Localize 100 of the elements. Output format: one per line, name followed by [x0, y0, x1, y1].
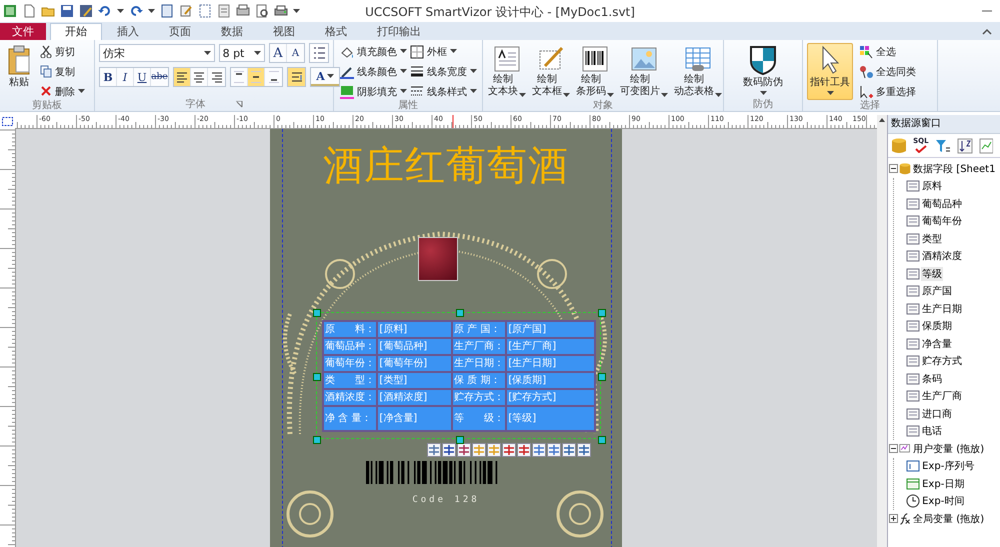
align-center-button[interactable] — [191, 68, 208, 86]
tree-item[interactable]: Exp-日期 — [921, 476, 966, 491]
align-left-button[interactable] — [174, 68, 191, 86]
tree-item[interactable]: 贮存方式 — [921, 354, 964, 368]
tree-node[interactable]: 数据字段 [Sheet1 — [912, 162, 996, 176]
page-copy-icon[interactable] — [217, 4, 231, 18]
edit-page-icon[interactable] — [179, 4, 193, 18]
resize-handle[interactable] — [598, 309, 606, 317]
ruler-origin-icon[interactable] — [2, 117, 13, 126]
property-dropdown[interactable]: 外框 — [408, 43, 478, 60]
clipboard-button[interactable]: 剪切 — [38, 43, 87, 60]
draw-object-button[interactable]: 绘制 文本块 — [485, 43, 529, 100]
valign-bottom-button[interactable] — [265, 68, 282, 86]
undo-icon[interactable] — [98, 4, 112, 18]
fit-page-icon[interactable] — [198, 4, 212, 18]
printer-icon[interactable] — [274, 4, 288, 18]
property-dropdown[interactable]: 填充颜色 — [338, 43, 408, 60]
clipboard-button[interactable]: 复制 — [38, 63, 87, 80]
select-button[interactable]: 多重选择 — [857, 83, 918, 100]
tree-item[interactable]: 原料 — [921, 179, 944, 194]
filter-icon[interactable] — [934, 138, 951, 154]
table-tool-icon[interactable] — [427, 443, 441, 457]
align-right-button[interactable] — [208, 68, 225, 86]
font-color-button[interactable]: A — [311, 68, 339, 86]
font-family-dropdown[interactable]: 仿宋 — [99, 44, 215, 62]
table-tool-icon[interactable] — [457, 443, 471, 457]
table-tool-icon[interactable] — [517, 443, 531, 457]
paste-button[interactable]: 粘贴 — [4, 43, 34, 100]
table-tool-icon[interactable] — [532, 443, 546, 457]
tree-item[interactable]: 条码 — [921, 372, 944, 386]
resize-handle[interactable] — [598, 436, 606, 444]
draw-object-button[interactable]: 绘制 可变图片 — [617, 43, 671, 100]
tree-item[interactable]: 保质期 — [921, 319, 954, 334]
font-style-toggle[interactable]: abe — [151, 68, 168, 86]
font-style-toggle[interactable]: U — [134, 68, 151, 86]
collapse-icon[interactable] — [889, 164, 898, 174]
select-button[interactable]: 全选同类 — [857, 63, 918, 80]
print-preview-icon[interactable] — [255, 4, 269, 18]
resize-handle[interactable] — [313, 309, 321, 317]
table-tool-icon[interactable] — [442, 443, 456, 457]
font-style-toggle[interactable]: I — [117, 68, 134, 86]
sort-icon[interactable] — [956, 138, 973, 154]
tree-item[interactable]: 葡萄品种 — [921, 196, 964, 211]
expand-icon[interactable] — [889, 514, 898, 524]
valign-top-button[interactable] — [231, 68, 248, 86]
collapse-ribbon-icon[interactable] — [982, 28, 992, 34]
print-setup-icon[interactable] — [236, 4, 250, 18]
redo-icon[interactable] — [129, 4, 143, 18]
clipboard-button[interactable]: 删除 — [38, 83, 87, 100]
valign-middle-button[interactable] — [248, 68, 265, 86]
ribbon-tab[interactable]: 格式 — [310, 23, 362, 40]
property-dropdown[interactable]: 线条颜色 — [338, 63, 408, 80]
tree-node[interactable]: 用户变量 (拖放) — [912, 442, 986, 456]
tree-item[interactable]: 等级 — [921, 266, 944, 281]
tree-item[interactable]: 电话 — [921, 424, 944, 438]
table-tool-icon[interactable] — [547, 443, 561, 457]
tree-item[interactable]: 葡萄年份 — [921, 214, 964, 228]
draw-object-button[interactable]: 绘制 文本框 — [529, 43, 573, 100]
tree-item[interactable]: 进口商 — [921, 406, 954, 421]
new-document-icon[interactable] — [22, 4, 36, 18]
ribbon-tab[interactable]: 页面 — [154, 23, 206, 40]
table-tool-icon[interactable] — [577, 443, 591, 457]
tree-item[interactable]: Exp-序列号 — [921, 459, 976, 474]
select-button[interactable]: 全选 — [857, 43, 918, 60]
save-as-icon[interactable] — [79, 4, 93, 18]
ribbon-tab[interactable]: 打印输出 — [362, 23, 436, 40]
wrap-text-button[interactable] — [288, 68, 305, 86]
font-size-dropdown[interactable]: 8 pt — [218, 44, 265, 62]
dialog-launcher-icon[interactable] — [236, 101, 242, 108]
ribbon-tab[interactable]: 视图 — [258, 23, 310, 40]
shrink-font-button[interactable]: A — [287, 44, 304, 62]
chart-icon[interactable] — [978, 138, 993, 154]
table-tool-icon[interactable] — [502, 443, 516, 457]
property-dropdown[interactable]: 阴影填充 — [338, 83, 408, 100]
resize-handle[interactable] — [313, 373, 321, 381]
resize-handle[interactable] — [313, 436, 321, 444]
font-style-toggle[interactable]: B — [100, 68, 117, 86]
file-menu-tab[interactable]: 文件 — [0, 23, 46, 40]
tree-item[interactable]: 酒精浓度 — [921, 249, 964, 264]
draw-object-button[interactable]: 绘制 条形码 — [573, 43, 617, 100]
resize-handle[interactable] — [456, 309, 464, 317]
tree-item[interactable]: 原产国 — [921, 284, 954, 298]
tree-item[interactable]: 类型 — [921, 232, 944, 246]
tree-node[interactable]: 全局变量 (拖放) — [912, 512, 986, 526]
ribbon-tab[interactable]: 开始 — [50, 23, 102, 40]
ribbon-tab[interactable]: 数据 — [206, 23, 258, 40]
resize-handle[interactable] — [456, 436, 464, 444]
tree-item[interactable]: 生产厂商 — [921, 389, 964, 404]
page-icon[interactable] — [160, 4, 174, 18]
collapse-icon[interactable] — [889, 444, 898, 454]
property-dropdown[interactable]: 线条宽度 — [408, 63, 478, 80]
grow-font-button[interactable]: A — [270, 44, 287, 62]
property-dropdown[interactable]: 线条样式 — [408, 83, 478, 100]
ribbon-tab[interactable]: 插入 — [102, 23, 154, 40]
tree-item[interactable]: 净含量 — [921, 336, 954, 351]
tree-item[interactable]: 生产日期 — [921, 302, 964, 316]
save-icon[interactable] — [60, 4, 74, 18]
table-tool-icon[interactable] — [562, 443, 576, 457]
resize-handle[interactable] — [598, 373, 606, 381]
draw-object-button[interactable]: 绘制 动态表格 — [671, 43, 725, 100]
